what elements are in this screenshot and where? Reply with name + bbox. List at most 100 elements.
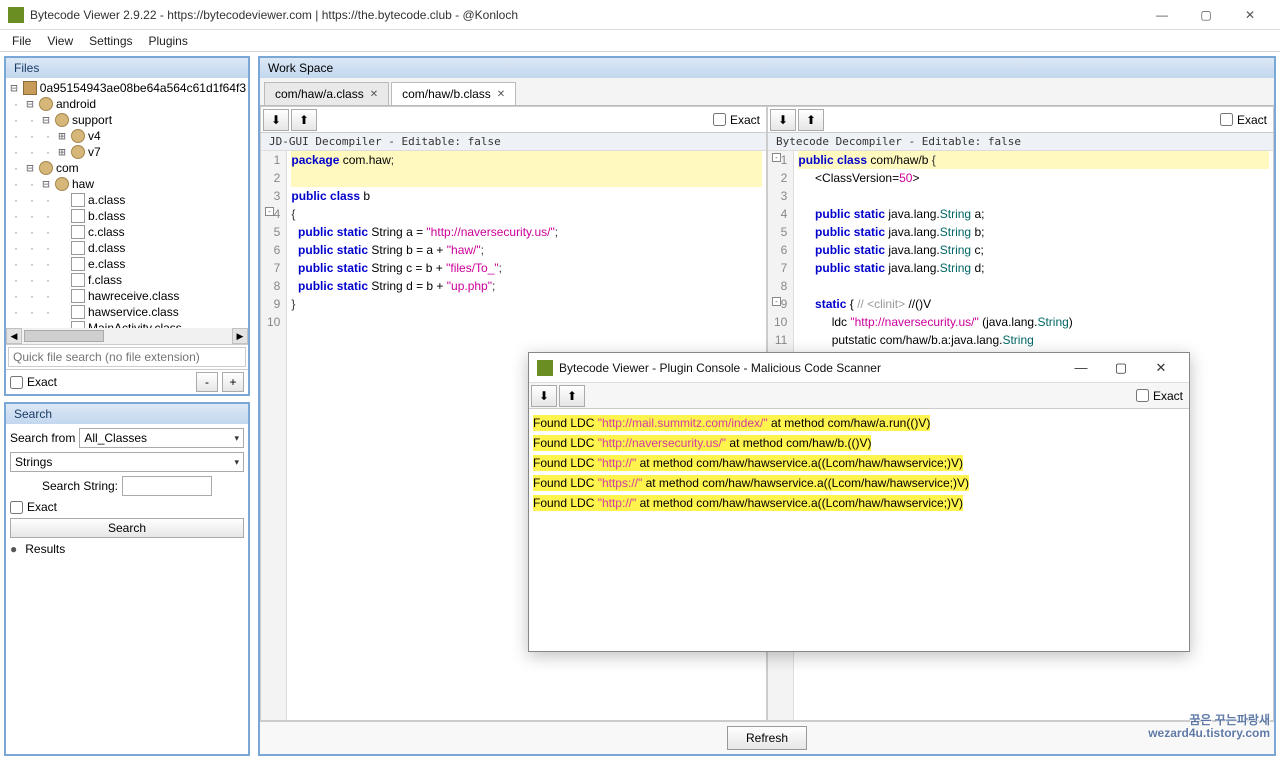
download-button[interactable]: ⬇ <box>531 385 557 407</box>
left-editor-title: JD-GUI Decompiler - Editable: false <box>261 133 766 151</box>
app-icon <box>537 360 553 376</box>
tree-label: MainActivity.class <box>88 321 182 328</box>
search-from-label: Search from <box>10 431 75 445</box>
tree-label: hawreceive.class <box>88 289 179 303</box>
maximize-button[interactable]: ▢ <box>1184 1 1228 29</box>
tree-label: a.class <box>88 193 125 207</box>
files-exact-checkbox[interactable] <box>10 376 23 389</box>
class-icon <box>71 193 85 207</box>
tree-expander-icon[interactable]: ⊟ <box>40 113 52 127</box>
tree-node[interactable]: ···hawservice.class <box>8 304 246 320</box>
dialog-maximize-button[interactable]: ▢ <box>1101 360 1141 376</box>
left-exact-checkbox[interactable] <box>713 113 726 126</box>
tree-node[interactable]: ···⊞v4 <box>8 128 246 144</box>
workspace-title: Work Space <box>260 58 1274 78</box>
tree-expander-icon[interactable]: ⊟ <box>24 161 36 175</box>
tree-expander-icon[interactable]: ⊟ <box>8 81 20 95</box>
tree-node[interactable]: ···MainActivity.class <box>8 320 246 328</box>
files-tree[interactable]: ⊟ 0a95154943ae08be64a564c61d1f64f3·⊟andro… <box>6 78 248 328</box>
console-output[interactable]: Found LDC "http://mail.summitz.com/index… <box>529 409 1189 651</box>
tree-node[interactable]: ⊟ 0a95154943ae08be64a564c61d1f64f3 <box>8 80 246 96</box>
tree-node[interactable]: ··⊟support <box>8 112 246 128</box>
tree-node[interactable]: ···a.class <box>8 192 246 208</box>
search-type-select[interactable]: Strings ▾ <box>10 452 244 472</box>
scroll-right-icon[interactable]: ▶ <box>232 328 248 344</box>
tree-expander-icon[interactable]: ⊞ <box>56 129 68 143</box>
dialog-close-button[interactable]: ✕ <box>1141 360 1181 376</box>
tree-node[interactable]: ·⊟android <box>8 96 246 112</box>
close-button[interactable]: ✕ <box>1228 1 1272 29</box>
dialog-minimize-button[interactable]: — <box>1061 360 1101 375</box>
tab-label: com/haw/a.class <box>275 87 364 101</box>
minimize-button[interactable]: — <box>1140 1 1184 29</box>
jar-icon <box>23 81 37 95</box>
tree-label: 0a95154943ae08be64a564c61d1f64f3 <box>40 81 246 95</box>
class-icon <box>71 225 85 239</box>
upload-button[interactable]: ⬆ <box>559 385 585 407</box>
tree-node[interactable]: ··⊟haw <box>8 176 246 192</box>
upload-button[interactable]: ⬆ <box>291 109 317 131</box>
search-button[interactable]: Search <box>10 518 244 538</box>
tree-expander-icon[interactable]: ⊟ <box>24 97 36 111</box>
pkg-icon <box>55 113 69 127</box>
tree-node[interactable]: ···hawreceive.class <box>8 288 246 304</box>
tree-node[interactable]: ···b.class <box>8 208 246 224</box>
scroll-thumb[interactable] <box>24 330 104 342</box>
tree-label: support <box>72 113 112 127</box>
download-button[interactable]: ⬇ <box>263 109 289 131</box>
tree-label: d.class <box>88 241 125 255</box>
download-icon: ⬇ <box>271 113 281 127</box>
class-icon <box>71 257 85 271</box>
menu-view[interactable]: View <box>39 32 81 50</box>
search-string-input[interactable] <box>122 476 212 496</box>
close-icon[interactable]: ✕ <box>497 89 505 100</box>
tree-node[interactable]: ···c.class <box>8 224 246 240</box>
console-exact-checkbox[interactable] <box>1136 389 1149 402</box>
quick-search-input[interactable] <box>8 347 246 367</box>
pkg-icon <box>39 161 53 175</box>
tree-label: b.class <box>88 209 125 223</box>
menu-plugins[interactable]: Plugins <box>141 32 196 50</box>
console-line: Found LDC "https://" at method com/haw/h… <box>533 473 1185 493</box>
tree-node[interactable]: ·⊟com <box>8 160 246 176</box>
tree-node[interactable]: ···⊞v7 <box>8 144 246 160</box>
console-line: Found LDC "http://" at method com/haw/ha… <box>533 493 1185 513</box>
tree-node[interactable]: ···e.class <box>8 256 246 272</box>
tree-node[interactable]: ···f.class <box>8 272 246 288</box>
menu-settings[interactable]: Settings <box>81 32 140 50</box>
search-from-value: All_Classes <box>84 431 147 445</box>
tree-collapse-button[interactable]: - <box>196 372 218 392</box>
plugin-console-dialog: Bytecode Viewer - Plugin Console - Malic… <box>528 352 1190 652</box>
right-exact-checkbox[interactable] <box>1220 113 1233 126</box>
tab-label: com/haw/b.class <box>402 87 491 101</box>
files-exact-label: Exact <box>27 375 57 389</box>
window-controls: — ▢ ✕ <box>1140 1 1272 29</box>
tree-h-scrollbar[interactable]: ◀ ▶ <box>6 328 248 344</box>
download-button[interactable]: ⬇ <box>770 109 796 131</box>
files-panel-title: Files <box>6 58 248 78</box>
editor-tab[interactable]: com/haw/b.class ✕ <box>391 82 516 105</box>
scroll-left-icon[interactable]: ◀ <box>6 328 22 344</box>
editor-tab[interactable]: com/haw/a.class ✕ <box>264 82 389 105</box>
tree-expand-button[interactable]: + <box>222 372 244 392</box>
window-title: Bytecode Viewer 2.9.22 - https://bytecod… <box>30 8 1140 22</box>
menu-file[interactable]: File <box>4 32 39 50</box>
dialog-titlebar[interactable]: Bytecode Viewer - Plugin Console - Malic… <box>529 353 1189 383</box>
refresh-button[interactable]: Refresh <box>727 726 807 750</box>
tree-label: v4 <box>88 129 101 143</box>
tree-expander-icon[interactable]: ⊞ <box>56 145 68 159</box>
tree-expander-icon[interactable]: ⊟ <box>40 177 52 191</box>
pkg-icon <box>71 129 85 143</box>
close-icon[interactable]: ✕ <box>370 89 378 100</box>
bullet-icon: ● <box>10 542 17 556</box>
menubar: File View Settings Plugins <box>0 30 1280 52</box>
tree-label: c.class <box>88 225 125 239</box>
pkg-icon <box>71 145 85 159</box>
upload-button[interactable]: ⬆ <box>798 109 824 131</box>
search-from-select[interactable]: All_Classes ▾ <box>79 428 244 448</box>
class-icon <box>71 321 85 328</box>
upload-icon: ⬆ <box>567 389 577 403</box>
search-exact-checkbox[interactable] <box>10 501 23 514</box>
class-icon <box>71 305 85 319</box>
tree-node[interactable]: ···d.class <box>8 240 246 256</box>
